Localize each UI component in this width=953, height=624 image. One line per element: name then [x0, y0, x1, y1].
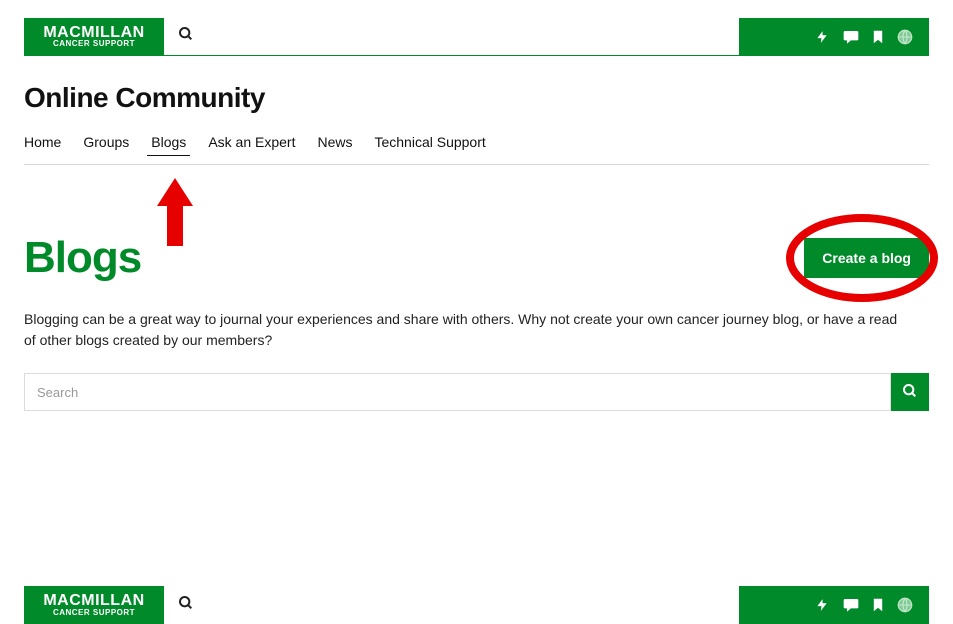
- intro-paragraph: Blogging can be a great way to journal y…: [24, 309, 904, 351]
- brand-sub: CANCER SUPPORT: [53, 40, 135, 47]
- brand-main-footer: MACMILLAN: [43, 594, 144, 608]
- site-title: Online Community: [24, 82, 929, 114]
- nav-item-home[interactable]: Home: [24, 134, 61, 150]
- search-icon: [178, 26, 194, 47]
- blog-search-row: [24, 373, 929, 411]
- bookmark-icon[interactable]: [873, 598, 883, 612]
- brand-logo-footer[interactable]: MACMILLAN CANCER SUPPORT: [24, 586, 164, 624]
- header-search-area[interactable]: [164, 18, 739, 55]
- chat-icon[interactable]: [843, 598, 859, 612]
- blog-search-button[interactable]: [891, 373, 929, 411]
- brand-main: MACMILLAN: [43, 26, 144, 40]
- page-title: Blogs: [24, 233, 141, 283]
- globe-icon[interactable]: [897, 29, 913, 45]
- search-icon: [178, 595, 194, 616]
- globe-icon[interactable]: [897, 597, 913, 613]
- brand-logo[interactable]: MACMILLAN CANCER SUPPORT: [24, 18, 164, 55]
- nav-item-blogs[interactable]: Blogs: [151, 134, 186, 150]
- chat-icon[interactable]: [843, 30, 859, 44]
- create-blog-button[interactable]: Create a blog: [804, 238, 929, 278]
- nav-item-technical-support[interactable]: Technical Support: [374, 134, 485, 150]
- activity-icon[interactable]: [815, 30, 829, 44]
- header-actions: [739, 18, 929, 55]
- bottom-header: MACMILLAN CANCER SUPPORT: [24, 586, 929, 624]
- search-icon: [902, 383, 918, 402]
- top-header: MACMILLAN CANCER SUPPORT: [24, 18, 929, 56]
- nav-item-ask-expert[interactable]: Ask an Expert: [208, 134, 295, 150]
- footer-search-area[interactable]: [164, 586, 739, 624]
- brand-sub-footer: CANCER SUPPORT: [53, 609, 135, 616]
- annotation-arrow-icon: [155, 178, 195, 248]
- footer-actions: [739, 586, 929, 624]
- nav-item-news[interactable]: News: [317, 134, 352, 150]
- primary-nav: Home Groups Blogs Ask an Expert News Tec…: [24, 134, 929, 165]
- activity-icon[interactable]: [815, 598, 829, 612]
- bookmark-icon[interactable]: [873, 30, 883, 44]
- nav-item-groups[interactable]: Groups: [83, 134, 129, 150]
- blog-search-input[interactable]: [24, 373, 891, 411]
- cta-wrap: Create a blog: [804, 238, 929, 278]
